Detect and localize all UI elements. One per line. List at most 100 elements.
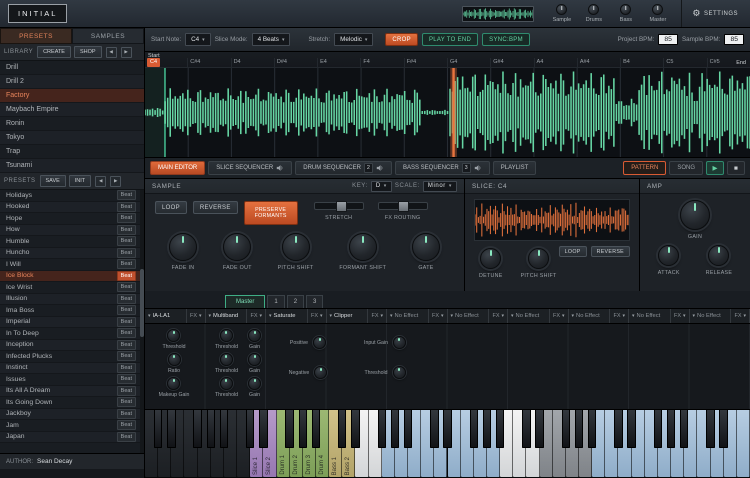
slider-track[interactable] (378, 202, 428, 210)
library-item[interactable]: Ronin (0, 117, 144, 131)
loop-button[interactable]: LOOP (155, 201, 187, 214)
slice-label[interactable]: E4 (317, 58, 360, 67)
detune-knob[interactable] (480, 248, 501, 269)
fx-slot-selector[interactable]: ▾Clipper (327, 313, 368, 319)
slice-label[interactable]: A4 (534, 58, 577, 67)
white-key[interactable] (737, 410, 750, 477)
fx-slot-selector[interactable]: ▾No Effect (690, 313, 731, 319)
tab-samples[interactable]: SAMPLES (72, 28, 144, 44)
slice-label[interactable]: B4 (620, 58, 663, 67)
library-item[interactable]: Drill (0, 61, 144, 75)
scrollbar-thumb[interactable] (140, 269, 144, 337)
preset-row[interactable]: Ice WristBeat (0, 282, 144, 294)
fade-out-knob[interactable] (223, 233, 251, 261)
slice-waveform-display[interactable] (474, 199, 630, 241)
slider-handle[interactable] (398, 201, 409, 212)
formant-shift-knob[interactable] (349, 233, 377, 261)
preset-prev-button[interactable]: ◀ (95, 176, 106, 187)
slice-label[interactable]: G4 (447, 58, 490, 67)
black-key[interactable] (496, 410, 504, 448)
fx-routing-selector[interactable]: FX▾ (488, 309, 507, 323)
preset-next-button[interactable]: ▶ (110, 176, 121, 187)
waveform-canvas[interactable] (145, 68, 750, 157)
black-key[interactable] (154, 410, 162, 448)
fx-slot-selector[interactable]: ▾No Effect (508, 313, 549, 319)
black-key[interactable] (614, 410, 622, 448)
sync-bpm-button[interactable]: SYNC:BPM (482, 33, 530, 46)
project-bpm-value[interactable]: 85 (658, 34, 678, 45)
speaker-icon[interactable] (474, 164, 482, 172)
black-key[interactable] (667, 410, 675, 448)
black-key[interactable] (430, 410, 438, 448)
preset-row[interactable]: JapanBeat (0, 432, 144, 444)
preset-row[interactable]: Ice BlockBeat (0, 271, 144, 283)
sample-bpm-value[interactable]: 85 (724, 34, 744, 45)
fx-slot-selector[interactable]: ▾Multiband (206, 313, 247, 319)
library-item[interactable]: Drill 2 (0, 75, 144, 89)
pitch-shift-knob[interactable] (528, 248, 549, 269)
crop-button[interactable]: CROP (385, 33, 418, 46)
fx-routing-selector[interactable]: FX▾ (549, 309, 568, 323)
preset-row[interactable]: HookedBeat (0, 202, 144, 214)
speaker-icon[interactable] (276, 164, 284, 172)
black-key[interactable] (470, 410, 478, 448)
black-key[interactable] (220, 410, 228, 448)
module-bass[interactable]: Bass (612, 4, 639, 23)
preset-row[interactable]: HolidaysBeat (0, 190, 144, 202)
start-note-select[interactable]: C4 ▾ (185, 33, 211, 46)
fx-tab-3[interactable]: 3 (306, 295, 323, 308)
slice-label[interactable]: C#4 (187, 58, 230, 67)
song-button[interactable]: SONG (669, 161, 703, 175)
slice-label[interactable]: A#4 (577, 58, 620, 67)
fx-slot-selector[interactable]: ▾No Effect (569, 313, 610, 319)
threshold-knob[interactable] (220, 353, 233, 366)
key-select[interactable]: D ▾ (371, 181, 392, 192)
slice-loop-button[interactable]: LOOP (559, 246, 587, 257)
preset-row[interactable]: JamBeat (0, 420, 144, 432)
black-key[interactable] (443, 410, 451, 448)
scale-select[interactable]: Minor ▾ (423, 181, 457, 192)
black-key[interactable] (193, 410, 201, 448)
fx-routing-selector[interactable]: FX▾ (307, 309, 326, 323)
black-key[interactable] (167, 410, 175, 448)
black-key[interactable] (351, 410, 359, 448)
fx-slot-selector[interactable]: ▾Saturate (266, 313, 307, 319)
save-button[interactable]: SAVE (40, 175, 66, 187)
black-key[interactable] (259, 410, 267, 448)
slice-label[interactable]: C5 (663, 58, 706, 67)
library-next-button[interactable]: ▶ (121, 47, 132, 58)
play-to-end-button[interactable]: PLAY TO END (422, 33, 478, 46)
slice-label[interactable]: G#4 (490, 58, 533, 67)
slider-handle[interactable] (336, 201, 347, 212)
black-key[interactable] (535, 410, 543, 448)
end-marker-label[interactable]: End (734, 60, 748, 66)
input-gain-knob[interactable] (393, 336, 406, 349)
library-item[interactable]: Trap (0, 145, 144, 159)
preset-row[interactable]: Its Going DownBeat (0, 397, 144, 409)
library-item[interactable]: Tokyo (0, 131, 144, 145)
pattern-button[interactable]: PATTERN (623, 161, 666, 175)
waveform-editor[interactable]: Start End C4C#4D4D#4E4F4F#4G4G#4A4A#4B4C… (145, 52, 750, 158)
negative-knob[interactable] (314, 366, 327, 379)
start-marker-label[interactable]: Start (148, 53, 160, 59)
settings-button[interactable]: ⚙ SETTINGS (681, 0, 748, 27)
threshold-knob[interactable] (220, 329, 233, 342)
black-key[interactable] (207, 410, 215, 448)
positive-knob[interactable] (313, 336, 326, 349)
threshold-knob[interactable] (393, 366, 406, 379)
gain-knob[interactable] (248, 353, 261, 366)
black-key[interactable] (404, 410, 412, 448)
preset-row[interactable]: Its All A DreamBeat (0, 386, 144, 398)
fx-routing-selector[interactable]: FX▾ (730, 309, 749, 323)
black-key[interactable] (299, 410, 307, 448)
fx-tab-master[interactable]: Master (225, 295, 265, 308)
black-key[interactable] (706, 410, 714, 448)
black-key[interactable] (562, 410, 570, 448)
speaker-icon[interactable] (376, 164, 384, 172)
fx-slot-selector[interactable]: ▾IA-LA1 (145, 313, 186, 319)
gain-knob[interactable] (680, 200, 710, 230)
preset-row[interactable]: JackboyBeat (0, 409, 144, 421)
gain-knob[interactable] (248, 377, 261, 390)
black-key[interactable] (588, 410, 596, 448)
preset-row[interactable]: In To DeepBeat (0, 328, 144, 340)
